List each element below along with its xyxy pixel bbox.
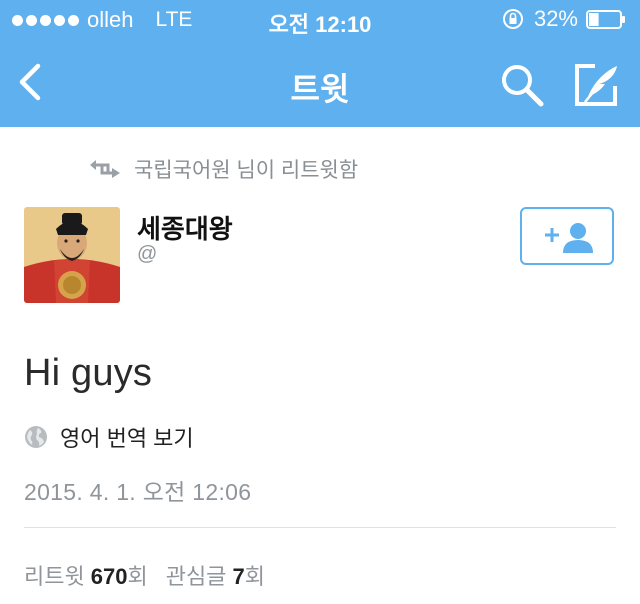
status-right: 32% xyxy=(502,6,626,32)
nav-bar: 트윗 xyxy=(0,40,640,127)
divider xyxy=(24,527,616,528)
translate-label: 영어 번역 보기 xyxy=(60,426,194,451)
user-handle[interactable]: @ xyxy=(137,243,157,266)
like-stat[interactable]: 관심글 7 회 xyxy=(166,559,265,591)
retweet-stat[interactable]: 리트윗 670 회 xyxy=(24,559,148,591)
retweet-icon xyxy=(90,160,120,178)
like-count: 7 xyxy=(232,564,245,589)
rotation-lock-icon xyxy=(502,9,523,29)
like-stat-label: 관심글 xyxy=(165,564,227,589)
tweet-text: Hi guys xyxy=(24,352,153,394)
header-area: olleh LTE 오전 12:10 32% 트윗 xyxy=(0,0,640,127)
tweet-timestamp: 2015. 4. 1. 오전 12:06 xyxy=(24,479,252,505)
globe-icon xyxy=(25,426,47,448)
retweeted-by-label: 국립국어원 님이 리트윗함 xyxy=(134,159,359,182)
retweet-unit: 회 xyxy=(127,564,148,589)
compose-icon[interactable] xyxy=(573,62,621,108)
battery-percent: 32% xyxy=(533,6,578,31)
retweet-stat-label: 리트윗 xyxy=(24,564,85,589)
tweet-stats: 리트윗 670 회 관심글 7 회 xyxy=(24,559,265,591)
retweeted-by-row[interactable]: 국립국어원 님이 리트윗함 xyxy=(90,154,358,184)
search-icon[interactable] xyxy=(499,62,545,108)
translate-link[interactable]: 영어 번역 보기 xyxy=(24,421,194,453)
retweet-count: 670 xyxy=(90,564,128,589)
avatar[interactable] xyxy=(24,207,120,303)
battery-icon xyxy=(586,9,625,29)
add-user-icon xyxy=(545,223,593,253)
user-name[interactable]: 세종대왕 xyxy=(137,209,233,246)
status-bar: olleh LTE 오전 12:10 32% xyxy=(0,0,640,40)
like-unit: 회 xyxy=(244,564,265,589)
follow-button[interactable] xyxy=(520,207,614,265)
